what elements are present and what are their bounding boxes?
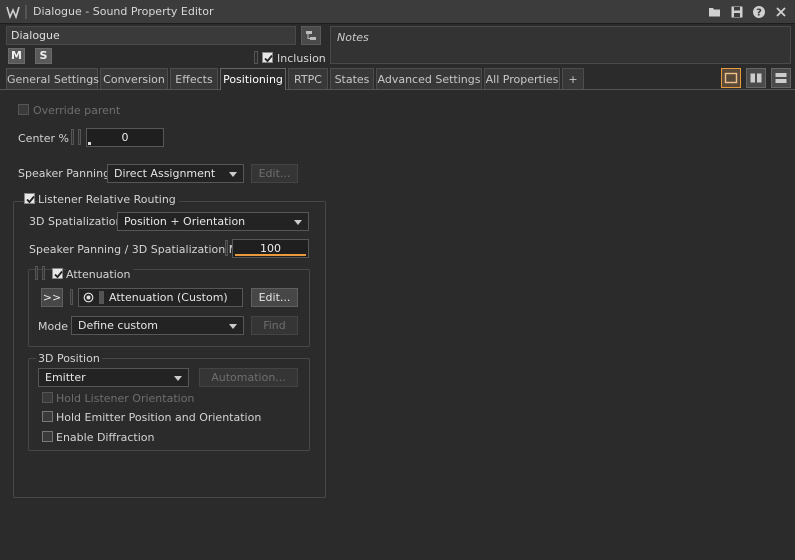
tab-conversion[interactable]: Conversion	[100, 68, 168, 89]
spatialization-mix-label: Speaker Panning / 3D Spatialization Mix	[29, 243, 248, 256]
3d-spatialization-label: 3D Spatialization	[29, 215, 123, 228]
tab-positioning[interactable]: Positioning	[220, 68, 286, 90]
automation-button[interactable]: Automation...	[199, 368, 298, 387]
hold-emitter-checkbox[interactable]	[42, 411, 53, 422]
spatialization-mix-slider[interactable]: 100	[232, 239, 309, 258]
split-horizontal-view-button[interactable]	[771, 68, 791, 88]
tab-all-properties[interactable]: All Properties	[484, 68, 560, 89]
mix-slider-fill	[235, 254, 306, 256]
speaker-panning-value: Direct Assignment	[114, 167, 216, 180]
attenuation-label: Attenuation	[66, 268, 134, 281]
attenuation-selector[interactable]: Attenuation (Custom)	[78, 288, 243, 307]
title-bar: Dialogue - Sound Property Editor ?	[0, 0, 795, 24]
tab-effects[interactable]: Effects	[170, 68, 218, 89]
split-horizontal-icon	[775, 73, 787, 83]
single-view-button[interactable]	[721, 68, 741, 88]
folder-open-icon[interactable]	[707, 4, 723, 20]
target-icon	[83, 292, 94, 303]
override-parent-checkbox[interactable]	[18, 104, 29, 115]
window-title: Dialogue - Sound Property Editor	[33, 5, 214, 18]
tab-general-settings[interactable]: General Settings	[6, 68, 99, 89]
hold-emitter-label: Hold Emitter Position and Orientation	[56, 411, 262, 424]
checkmark-icon	[264, 54, 273, 63]
object-name-field[interactable]: Dialogue	[6, 26, 296, 45]
3d-spatialization-value: Position + Orientation	[124, 215, 246, 228]
svg-text:?: ?	[756, 8, 762, 19]
center-link-grip	[78, 129, 81, 145]
attenuation-find-button[interactable]: Find	[251, 316, 298, 335]
speaker-panning-edit-button[interactable]: Edit...	[251, 164, 298, 183]
attenuation-mode-value: Define custom	[78, 319, 158, 332]
object-browse-button[interactable]	[301, 26, 321, 45]
center-percent-value: 0	[121, 131, 129, 144]
enable-diffraction-checkbox[interactable]	[42, 431, 53, 442]
hierarchy-icon	[306, 31, 316, 40]
checkmark-icon	[54, 270, 63, 279]
enable-diffraction-label: Enable Diffraction	[56, 431, 155, 444]
checkmark-icon	[26, 195, 35, 204]
hold-listener-orientation-label: Hold Listener Orientation	[56, 392, 195, 405]
listener-relative-routing-checkbox[interactable]	[24, 193, 35, 204]
inclusion-label: Inclusion	[277, 52, 326, 65]
inclusion-grip	[254, 51, 258, 64]
3d-position-type-value: Emitter	[45, 371, 86, 384]
speaker-panning-label: Speaker Panning	[18, 167, 111, 180]
inclusion-checkbox[interactable]	[262, 52, 273, 63]
chevron-down-icon	[229, 324, 237, 329]
help-icon[interactable]: ?	[751, 4, 767, 20]
mute-button[interactable]: M	[8, 48, 25, 64]
tab-advanced-settings[interactable]: Advanced Settings	[376, 68, 482, 89]
mix-rtpc-grip	[225, 240, 228, 256]
hold-listener-orientation-checkbox[interactable]	[42, 392, 53, 403]
attenuation-link-grip	[42, 266, 45, 280]
attenuation-handle	[99, 291, 104, 304]
center-slider-thumb[interactable]	[88, 142, 91, 145]
single-pane-icon	[724, 72, 738, 84]
3d-position-type-dropdown[interactable]: Emitter	[38, 368, 189, 387]
attenuation-expand-button[interactable]: >>	[41, 288, 63, 307]
tab-rtpc[interactable]: RTPC	[288, 68, 328, 89]
override-parent-label: Override parent	[33, 104, 121, 117]
attenuation-checkbox[interactable]	[52, 268, 63, 279]
3d-spatialization-dropdown[interactable]: Position + Orientation	[117, 212, 309, 231]
tab-add-button[interactable]: +	[562, 68, 584, 89]
split-vertical-view-button[interactable]	[746, 68, 766, 88]
chevron-down-icon	[174, 376, 182, 381]
chevron-down-icon	[294, 220, 302, 225]
speaker-panning-dropdown[interactable]: Direct Assignment	[107, 164, 244, 183]
title-separator	[25, 5, 27, 19]
attenuation-share-grip	[70, 289, 73, 305]
chevron-down-icon	[229, 172, 237, 177]
center-percent-label: Center %	[18, 132, 69, 145]
save-icon[interactable]	[729, 4, 745, 20]
attenuation-name: Attenuation (Custom)	[109, 291, 228, 304]
attenuation-grip	[35, 266, 38, 280]
3d-position-label: 3D Position	[36, 352, 102, 365]
notes-placeholder: Notes	[337, 31, 369, 44]
solo-button[interactable]: S	[35, 48, 52, 64]
split-vertical-icon	[750, 73, 762, 83]
tab-states[interactable]: States	[330, 68, 374, 89]
listener-relative-routing-label: Listener Relative Routing	[38, 193, 179, 206]
center-rtpc-grip	[71, 129, 74, 145]
attenuation-mode-dropdown[interactable]: Define custom	[71, 316, 244, 335]
notes-field[interactable]: Notes	[330, 26, 791, 64]
center-percent-slider[interactable]: 0	[86, 128, 164, 147]
attenuation-mode-label: Mode	[38, 320, 68, 333]
close-icon[interactable]	[773, 4, 789, 20]
wwise-logo-icon	[6, 6, 20, 19]
attenuation-edit-button[interactable]: Edit...	[251, 288, 298, 307]
tab-bar: General Settings Conversion Effects Posi…	[0, 68, 795, 90]
